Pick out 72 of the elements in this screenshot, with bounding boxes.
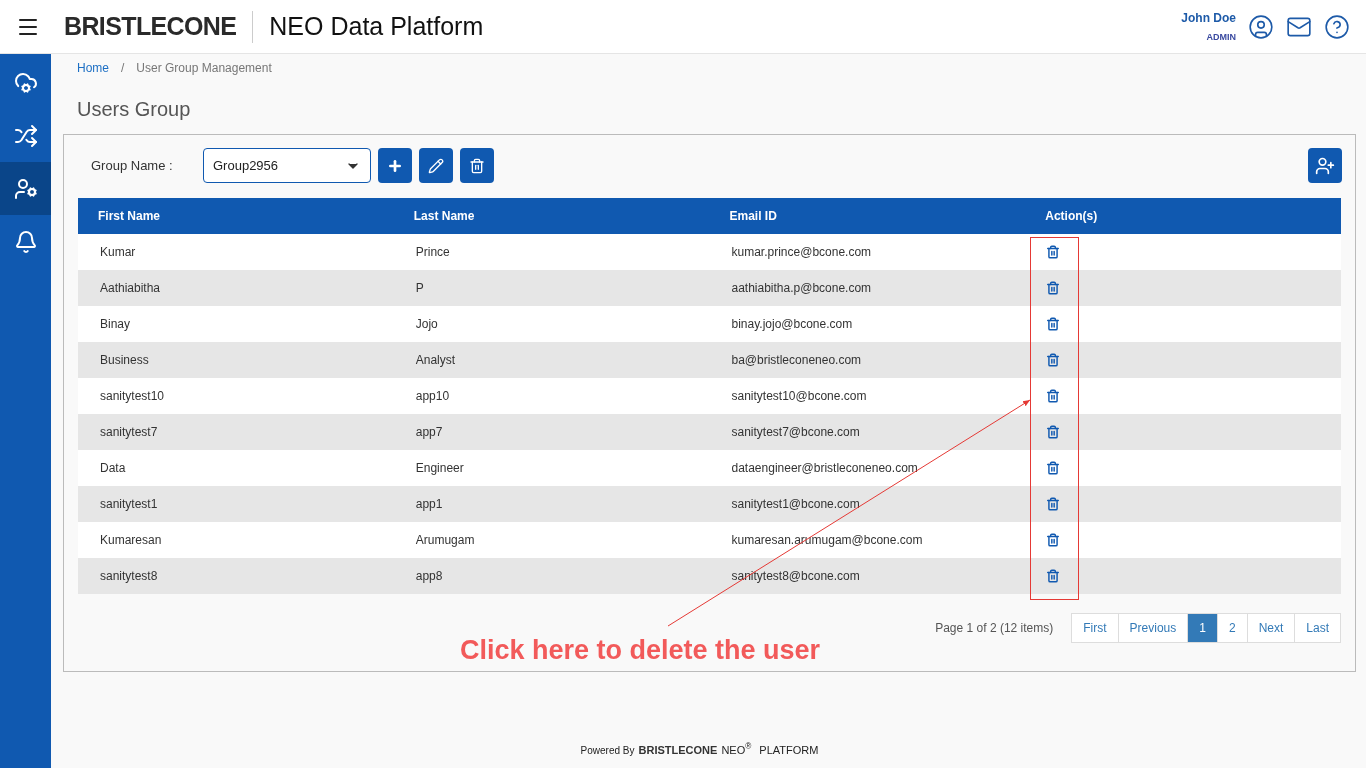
delete-user-icon[interactable] bbox=[1046, 497, 1061, 511]
table-cell-text: Business bbox=[99, 352, 150, 369]
table-cell-text: Kumar bbox=[99, 244, 137, 261]
table-cell-text: sanitytest1 bbox=[99, 496, 159, 513]
shuffle-arrows-icon bbox=[13, 123, 38, 148]
table-cell-text: Engineer bbox=[414, 460, 465, 477]
table-cell-text: sanitytest1@bcone.com bbox=[730, 496, 861, 513]
delete-user-icon[interactable] bbox=[1046, 389, 1061, 403]
group-name-label: Group Name : bbox=[91, 156, 174, 175]
table-cell-text: Prince bbox=[414, 244, 451, 261]
table-cell-text: Arumugam bbox=[414, 532, 476, 549]
table-cell-text: app10 bbox=[414, 388, 451, 405]
table-cell-text: Analyst bbox=[414, 352, 457, 369]
user-plus-icon bbox=[1315, 155, 1335, 176]
column-header: Action(s) bbox=[1044, 208, 1099, 225]
table-cell-text: Aathiabitha bbox=[99, 280, 162, 297]
delete-user-icon[interactable] bbox=[1046, 533, 1061, 547]
table-cell-text: binay.jojo@bcone.com bbox=[730, 316, 854, 333]
breadcrumb-link[interactable]: Home bbox=[77, 59, 109, 77]
user-name: John Doe bbox=[1181, 9, 1236, 27]
app-title: NEO Data Platform bbox=[269, 10, 484, 42]
table-cell-text: app8 bbox=[414, 568, 444, 585]
delete-user-icon[interactable] bbox=[1046, 353, 1061, 367]
table-cell-text: app7 bbox=[414, 424, 444, 441]
user-profile-icon[interactable] bbox=[1248, 13, 1274, 40]
pencil-icon bbox=[428, 157, 444, 174]
user-role: ADMIN bbox=[1206, 30, 1236, 44]
table-cell-text: sanitytest8 bbox=[99, 568, 159, 585]
add-user-button[interactable] bbox=[1308, 148, 1342, 183]
table-cell-text: Jojo bbox=[414, 316, 439, 333]
delete-user-icon[interactable] bbox=[1046, 281, 1061, 295]
table-cell-text: sanitytest7@bcone.com bbox=[730, 424, 861, 441]
edit-group-button[interactable] bbox=[419, 148, 453, 183]
breadcrumb-current: User Group Management bbox=[136, 60, 272, 77]
table-cell-text: Data bbox=[99, 460, 127, 477]
trash-icon bbox=[469, 157, 485, 174]
plus-icon bbox=[387, 157, 403, 174]
table-cell-text: P bbox=[414, 280, 425, 297]
sidebar-item[interactable] bbox=[0, 162, 51, 215]
group-select[interactable]: Group2956 bbox=[203, 148, 371, 183]
brand-logo: BRISTLECONE bbox=[64, 10, 237, 42]
footer-product: NEO$^{®}$ bbox=[721, 741, 752, 758]
column-header: Email ID bbox=[728, 208, 778, 225]
delete-user-icon[interactable] bbox=[1046, 245, 1061, 259]
footer-prefix: Powered By bbox=[580, 744, 635, 758]
annotation-text: Click here to delete the user bbox=[460, 634, 821, 667]
table-cell-text: Binay bbox=[99, 316, 132, 333]
table-cell-text: sanitytest10 bbox=[99, 388, 166, 405]
table-cell-text: dataengineer@bristleconeneo.com bbox=[730, 460, 919, 477]
pagination-button[interactable]: 1 bbox=[1187, 614, 1217, 642]
pagination-summary: Page 1 of 2 (12 items) bbox=[935, 620, 1054, 637]
delete-group-button[interactable] bbox=[460, 148, 494, 183]
add-group-button[interactable] bbox=[378, 148, 412, 183]
table-cell-text: app1 bbox=[414, 496, 444, 513]
delete-user-icon[interactable] bbox=[1046, 569, 1061, 583]
help-icon[interactable] bbox=[1324, 13, 1350, 40]
column-header: First Name bbox=[97, 208, 162, 225]
table-cell-text: sanitytest10@bcone.com bbox=[730, 388, 868, 405]
breadcrumb-separator: / bbox=[121, 60, 125, 77]
page-title: Users Group bbox=[76, 97, 192, 122]
delete-user-icon[interactable] bbox=[1046, 425, 1061, 439]
table-cell-text: kumar.prince@bcone.com bbox=[730, 244, 873, 261]
delete-user-icon[interactable] bbox=[1046, 461, 1061, 475]
table-cell-text: aathiabitha.p@bcone.com bbox=[730, 280, 873, 297]
bell-icon bbox=[13, 229, 38, 254]
footer-suffix: PLATFORM bbox=[759, 742, 819, 758]
delete-user-icon[interactable] bbox=[1046, 317, 1061, 331]
table-cell-text: ba@bristleconeneo.com bbox=[730, 352, 863, 369]
footer-brand: BRISTLECONE bbox=[638, 742, 718, 758]
table-cell-text: Kumaresan bbox=[99, 532, 163, 549]
table-cell-text: sanitytest7 bbox=[99, 424, 159, 441]
column-header: Last Name bbox=[412, 208, 476, 225]
